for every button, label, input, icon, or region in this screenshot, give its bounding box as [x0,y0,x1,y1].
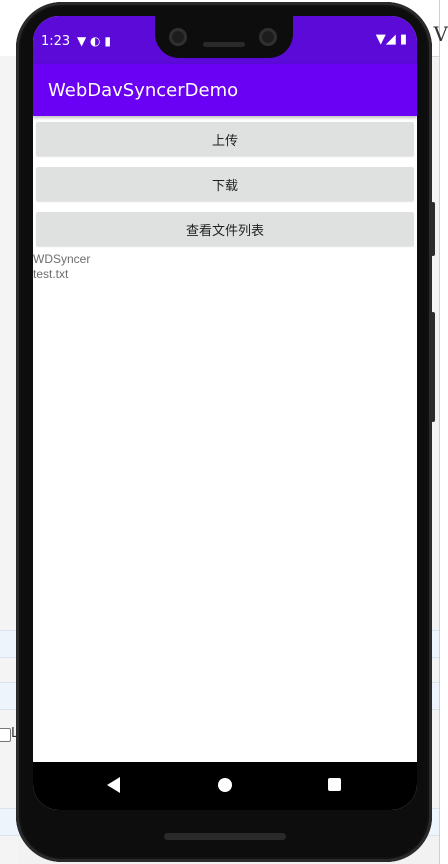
list-files-button[interactable]: 查看文件列表 [36,212,414,246]
download-button[interactable]: 下载 [36,167,414,201]
upload-button[interactable]: 上传 [36,122,414,156]
host-title-fragment: V [433,22,448,46]
host-window-right-edge [439,0,448,864]
home-icon[interactable] [218,778,232,792]
phone-screen: 1:23 ▼ ◐ ▮ ▼◢ ▮ WebDavSyncerDemo 上传 下载 查… [33,16,417,810]
navigation-bar [33,762,417,810]
signal-battery-icons: ▼◢ ▮ [375,32,407,47]
bottom-speaker [164,833,286,840]
status-time: 1:23 [41,34,71,49]
app-bar: WebDavSyncerDemo [33,64,417,116]
host-checkbox[interactable] [0,728,11,742]
earpiece-speaker [203,42,245,47]
front-camera-icon [259,28,277,46]
front-camera-icon [169,28,187,46]
list-item: test.txt [33,267,69,281]
volume-button [431,312,435,422]
app-title: WebDavSyncerDemo [48,80,239,101]
power-button [431,202,435,256]
recents-icon[interactable] [328,778,341,791]
notification-icons: ▼ ◐ ▮ [77,34,111,48]
file-list: WDSyncer test.txt [33,252,90,282]
list-item: WDSyncer [33,252,91,266]
back-icon[interactable] [107,777,120,793]
display-notch [155,16,293,58]
